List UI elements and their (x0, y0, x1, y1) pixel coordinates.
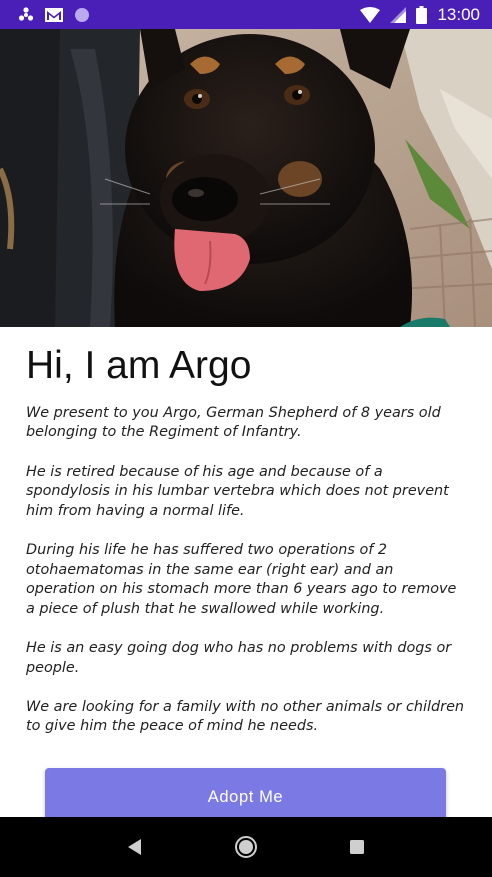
description-paragraph: We are looking for a family with no othe… (26, 698, 465, 735)
recents-button[interactable] (332, 822, 382, 872)
status-right-icons: 13:00 (360, 5, 480, 25)
profile-content: Hi, I am Argo We present to you Argo, Ge… (26, 344, 466, 757)
description-paragraph: During his life he has suffered two oper… (26, 542, 457, 617)
gmail-icon (45, 7, 63, 22)
battery-icon (416, 5, 428, 24)
status-time: 13:00 (437, 4, 480, 24)
wifi-icon (360, 6, 381, 23)
back-button[interactable] (110, 822, 160, 872)
description-paragraph: We present to you Argo, German Shepherd … (26, 404, 441, 441)
description-paragraph: He is retired because of his age and bec… (26, 463, 449, 519)
home-icon (234, 836, 257, 858)
fan-icon (18, 6, 34, 21)
status-bar: 13:00 (0, 0, 492, 29)
page-title: Hi, I am Argo (26, 344, 252, 387)
back-icon (128, 839, 142, 855)
dog-photo (0, 29, 492, 327)
status-left-icons (18, 6, 90, 23)
recents-icon (349, 840, 364, 854)
home-button[interactable] (221, 822, 271, 872)
description-paragraph: He is an easy going dog who has no probl… (26, 640, 452, 676)
circle-icon (75, 7, 89, 22)
navigation-bar (0, 817, 492, 877)
signal-icon (390, 6, 407, 23)
